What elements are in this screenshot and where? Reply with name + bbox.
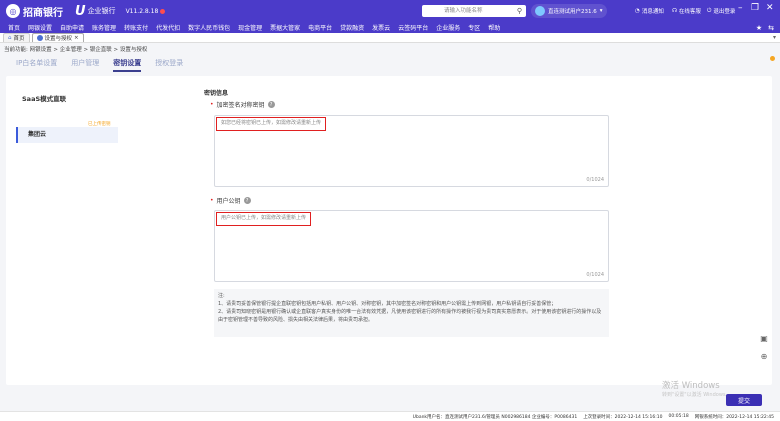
minimize-icon[interactable]: – — [738, 3, 743, 13]
function-search-input[interactable]: 请输入功能名称 ⚲ — [422, 5, 526, 17]
required-mark: • — [210, 197, 214, 204]
symmetric-key-char-count: 0/1024 — [586, 177, 604, 183]
sub-tabs: IP白名单设置 用户管理 密钥设置 授权登录 — [16, 58, 183, 72]
tab-user-management[interactable]: 用户管理 — [71, 58, 99, 72]
close-icon[interactable]: ✕ — [766, 3, 774, 13]
windows-activation-watermark: 激活 Windows 转到"设置"以激活 Windows。 — [662, 382, 731, 400]
notice-label: 消息通知 — [641, 9, 664, 15]
user-public-key-char-count: 0/1024 — [586, 272, 604, 278]
bank-name: 招商银行 — [23, 7, 63, 19]
tab-key-settings[interactable]: 密钥设置 — [113, 58, 142, 72]
logout-button[interactable]: ⏻ 退出登录 — [707, 4, 735, 18]
u-logo-icon: U — [75, 3, 86, 19]
breadcrumb: 当前功能: 网银设置 > 企业管理 > 银企直联 > 设置与授权 — [4, 47, 148, 53]
menu-right-tools: ★ ⇆ — [756, 22, 774, 33]
maximize-icon[interactable]: ❐ — [751, 3, 759, 13]
symmetric-key-placeholder: 如您已经将密钥已上传，如需修改请重新上传 — [216, 117, 327, 131]
headset-icon: ☊ — [672, 8, 677, 14]
power-icon: ⏻ — [707, 7, 712, 14]
tab-settings-label: 设置与授权 — [44, 36, 73, 42]
menu-item[interactable]: 帮助 — [484, 23, 504, 32]
status-user: Ubank用户名：直连测试用户231.6/管理员 N002986184 企业编号… — [412, 414, 578, 420]
menu-item[interactable]: 首页 — [4, 23, 24, 32]
service-label: 在线客服 — [678, 9, 701, 15]
menu-item[interactable]: 转账支付 — [120, 23, 152, 32]
tab-home[interactable]: ⌂ 首页 — [3, 33, 30, 42]
symmetric-key-textarea[interactable]: 如您已经将密钥已上传，如需修改请重新上传 0/1024 — [214, 115, 609, 187]
tab-close-icon[interactable]: × — [74, 35, 79, 41]
menu-item[interactable]: 专区 — [464, 23, 484, 32]
avatar — [535, 6, 545, 16]
menu-item[interactable]: 网银设置 — [24, 23, 56, 32]
menu-item[interactable]: 自助申请 — [56, 23, 88, 32]
key-notes: 注: 1、请贵司妥善保管银行提企直联密钥包括用户私钥、用户公钥、对称密钥，其中加… — [214, 289, 609, 337]
version-text: V11.2.8.18 — [125, 7, 159, 15]
menu-item[interactable]: 账务管理 — [88, 23, 120, 32]
zoom-icon[interactable]: ⊕ — [758, 350, 770, 362]
home-icon: ⌂ — [8, 35, 12, 41]
menu-item[interactable]: 电商平台 — [304, 23, 336, 32]
watermark-sub: 转到"设置"以激活 Windows。 — [662, 392, 731, 398]
swap-icon[interactable]: ⇆ — [768, 24, 774, 32]
help-icon[interactable]: ? — [267, 101, 275, 108]
search-placeholder: 请输入功能名称 — [444, 8, 483, 14]
menu-item[interactable]: 贷款融资 — [336, 23, 368, 32]
version-info[interactable]: V11.2.8.18 — [126, 8, 166, 15]
menu-item[interactable]: 票据大管家 — [266, 23, 304, 32]
enterprise-bank-label: 企业银行 — [87, 7, 116, 15]
star-icon[interactable]: ★ — [756, 24, 762, 32]
chevron-down-icon: ▾ — [599, 8, 603, 14]
app-root: ◎ 招商银行 U 企业银行 V11.2.8.18 请输入功能名称 ⚲ 直连测试用… — [0, 0, 780, 421]
saas-mode-title: SaaS模式直联 — [22, 95, 67, 103]
tab-dropdown-icon[interactable]: ▾ — [773, 34, 776, 41]
required-mark: • — [210, 101, 214, 108]
status-system-time: 网银系统时间：2022-12-14 15:22:45 — [694, 414, 774, 420]
user-menu[interactable]: 直连测试用户231.6 ▾ — [531, 4, 607, 18]
user-public-key-placeholder: 用户公钥已上传，如需修改请重新上传 — [216, 212, 312, 226]
status-session-timer: 00:05:18 — [668, 414, 689, 419]
notes-line: 2、请贵司知晓密钥是用银行确认或企直联客户真实身份的唯一合法有效凭据，凡使用该密… — [218, 309, 602, 323]
feedback-icon[interactable]: ▣ — [758, 332, 770, 344]
menu-item[interactable]: 代发代扣 — [152, 23, 184, 32]
user-public-key-textarea[interactable]: 用户公钥已上传，如需修改请重新上传 0/1024 — [214, 210, 609, 282]
status-bar: Ubank用户名：直连测试用户231.6/管理员 N002986184 企业编号… — [0, 411, 780, 421]
menu-item[interactable]: 云签码平台 — [394, 23, 432, 32]
sidebar-item-group-cloud[interactable]: 集团云 — [16, 127, 118, 143]
tab-home-label: 首页 — [13, 36, 25, 42]
search-icon[interactable]: ⚲ — [517, 5, 522, 17]
watermark-title: 激活 Windows — [662, 381, 720, 391]
notes-line: 注: — [218, 293, 225, 299]
update-dot-icon — [160, 8, 166, 14]
orange-status-dot-icon — [770, 56, 775, 61]
menu-item[interactable]: 现金管理 — [234, 23, 266, 32]
status-last-login: 上次登录时间：2022-12-14 15:16:10 — [583, 414, 663, 420]
key-info-title: 密钥信息 — [204, 90, 229, 97]
page-tab-strip: ⌂ 首页 设置与授权 × ▾ — [0, 33, 780, 43]
service-button[interactable]: ☊ 在线客服 — [672, 4, 701, 18]
logout-label: 退出登录 — [713, 9, 736, 15]
bank-logo-icon: ◎ — [6, 4, 20, 18]
enterprise-bank-brand: U 企业银行 — [75, 4, 116, 19]
gear-icon — [36, 35, 43, 41]
symmetric-key-label-text: 加密签名对称密钥 — [216, 102, 265, 109]
menu-item[interactable]: 数字人民币钱包 — [184, 23, 234, 32]
tab-ip-whitelist[interactable]: IP白名单设置 — [16, 58, 57, 72]
bank-logo[interactable]: ◎ 招商银行 — [6, 4, 63, 19]
help-icon[interactable]: ? — [243, 197, 251, 204]
tab-auth-login[interactable]: 授权登录 — [155, 58, 183, 72]
bell-icon: ◔ — [635, 8, 640, 14]
submit-button[interactable]: 提交 — [726, 394, 762, 406]
main-menu: 首页 网银设置 自助申请 账务管理 转账支付 代发代扣 数字人民币钱包 现金管理 票据大管家 电商… — [0, 22, 780, 33]
field-user-public-key-label: • 用户公钥 ? — [210, 196, 251, 205]
menu-item[interactable]: 企业服务 — [432, 23, 464, 32]
user-name: 直连测试用户231.6 — [548, 9, 597, 15]
notes-line: 1、请贵司妥善保管银行提企直联密钥包括用户私钥、用户公钥、对称密钥，其中加密签名… — [218, 301, 557, 307]
menu-item[interactable]: 发票云 — [368, 23, 394, 32]
user-public-key-label-text: 用户公钥 — [216, 198, 241, 205]
tab-settings-auth[interactable]: 设置与授权 × — [31, 33, 84, 42]
mode-sidebar: SaaS模式直联 已上传密钥 集团云 — [16, 83, 118, 145]
notice-button[interactable]: ◔ 消息通知 — [635, 4, 664, 18]
field-symmetric-key-label: • 加密签名对称密钥 ? — [210, 100, 275, 109]
